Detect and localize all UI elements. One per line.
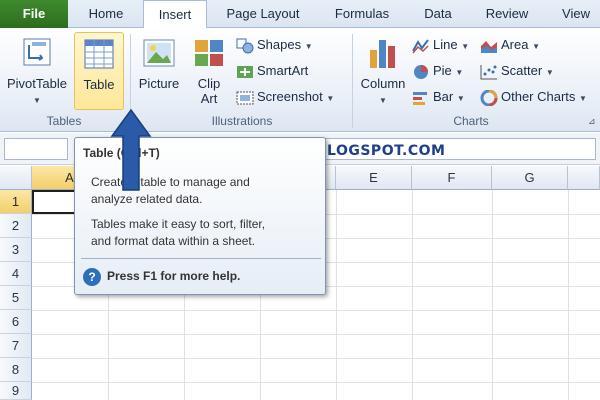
- area-chart-button[interactable]: Area ▼: [480, 34, 540, 56]
- grid-line: [32, 358, 600, 359]
- column-header-e[interactable]: E: [336, 166, 412, 190]
- picture-icon: [143, 39, 175, 67]
- grid-line: [492, 190, 493, 400]
- chevron-down-icon: ▼: [579, 94, 587, 103]
- clipart-button[interactable]: Clip Art: [188, 32, 230, 110]
- shapes-icon: [236, 38, 254, 54]
- grid-line: [32, 334, 600, 335]
- chevron-down-icon: ▼: [304, 42, 313, 51]
- grid-line: [32, 382, 600, 383]
- pivottable-button[interactable]: PivotTable ▼: [4, 32, 70, 110]
- row-header-2[interactable]: 2: [0, 214, 32, 238]
- row-header-4[interactable]: 4: [0, 262, 32, 286]
- tab-page-layout[interactable]: Page Layout: [214, 0, 312, 28]
- clipart-label: Clip Art: [197, 76, 221, 106]
- grid-line: [336, 190, 337, 400]
- row-header-1[interactable]: 1: [0, 190, 32, 214]
- grid-line: [32, 310, 600, 311]
- chevron-down-icon: ▼: [455, 68, 464, 77]
- grid-line: [412, 190, 413, 400]
- table-icon: [84, 39, 114, 69]
- chevron-down-icon: ▼: [379, 96, 387, 105]
- scatter-chart-icon: [480, 64, 497, 80]
- tab-data[interactable]: Data: [412, 0, 464, 28]
- tooltip-divider: [81, 258, 321, 259]
- screenshot-button[interactable]: Screenshot ▼: [236, 86, 334, 108]
- row-header-5[interactable]: 5: [0, 286, 32, 310]
- group-label-illustrations: Illustrations: [211, 114, 273, 128]
- tab-view[interactable]: View: [552, 0, 600, 28]
- chevron-down-icon: ▼: [545, 68, 554, 77]
- row-header-8[interactable]: 8: [0, 358, 32, 382]
- tooltip-detail: Tables make it easy to sort, filter, and …: [91, 217, 266, 248]
- clipart-icon: [195, 40, 223, 66]
- tab-insert[interactable]: Insert: [143, 0, 207, 29]
- ribbon-tabs: File Home Insert Page Layout Formulas Da…: [0, 0, 600, 29]
- column-chart-icon: [370, 40, 395, 68]
- name-box[interactable]: [4, 138, 68, 160]
- table-button[interactable]: Table: [74, 32, 124, 110]
- other-charts-icon: [480, 89, 498, 106]
- row-header-3[interactable]: 3: [0, 238, 32, 262]
- picture-button[interactable]: Picture: [134, 32, 184, 110]
- smartart-icon: [237, 65, 253, 78]
- area-chart-icon: [481, 40, 497, 53]
- chevron-down-icon: ▼: [326, 94, 335, 103]
- pivottable-icon: [23, 38, 51, 66]
- picture-label: Picture: [138, 76, 180, 91]
- tab-review[interactable]: Review: [474, 0, 540, 28]
- table-label: Table: [83, 77, 115, 92]
- column-header-g[interactable]: G: [492, 166, 568, 190]
- group-separator: [352, 34, 353, 128]
- column-chart-button[interactable]: Column ▼: [356, 32, 410, 110]
- chevron-down-icon: ▼: [33, 96, 41, 105]
- group-label-charts: Charts: [453, 114, 489, 128]
- other-charts-button[interactable]: Other Charts ▼: [480, 86, 587, 108]
- tab-home[interactable]: Home: [74, 0, 138, 28]
- chevron-down-icon: ▼: [461, 42, 470, 51]
- shapes-button[interactable]: Shapes ▼: [236, 34, 313, 56]
- screenshot-icon: [236, 91, 254, 105]
- pie-chart-icon: [414, 64, 428, 79]
- bar-chart-icon: [413, 91, 427, 105]
- tab-formulas[interactable]: Formulas: [322, 0, 402, 28]
- pivottable-label: PivotTable ▼: [7, 76, 67, 105]
- line-chart-icon: [412, 38, 429, 54]
- bar-chart-button[interactable]: Bar ▼: [412, 86, 465, 108]
- row-header-6[interactable]: 6: [0, 310, 32, 334]
- row-header-9[interactable]: 9: [0, 382, 32, 400]
- group-label-tables: Tables: [46, 114, 82, 128]
- dialog-launcher-icon[interactable]: ⊿: [588, 116, 596, 127]
- pie-chart-button[interactable]: Pie ▼: [412, 60, 463, 82]
- help-icon: ?: [83, 267, 101, 286]
- chevron-down-icon: ▼: [456, 94, 465, 103]
- column-header-f[interactable]: F: [412, 166, 492, 190]
- tab-file[interactable]: File: [0, 0, 68, 28]
- column-chart-label: Column ▼: [360, 76, 406, 105]
- select-all-corner[interactable]: [0, 166, 32, 190]
- scatter-chart-button[interactable]: Scatter ▼: [480, 60, 554, 82]
- column-header-h[interactable]: [568, 166, 600, 190]
- row-header-7[interactable]: 7: [0, 334, 32, 358]
- ribbon: PivotTable ▼ Table Tables Picture Clip Art: [0, 28, 600, 132]
- tooltip-help: ? Press F1 for more help.: [83, 265, 240, 287]
- chevron-down-icon: ▼: [532, 42, 541, 51]
- line-chart-button[interactable]: Line ▼: [412, 34, 469, 56]
- smartart-button[interactable]: SmartArt: [236, 60, 308, 82]
- arrow-pointer-icon: [110, 108, 152, 191]
- grid-line: [568, 190, 569, 400]
